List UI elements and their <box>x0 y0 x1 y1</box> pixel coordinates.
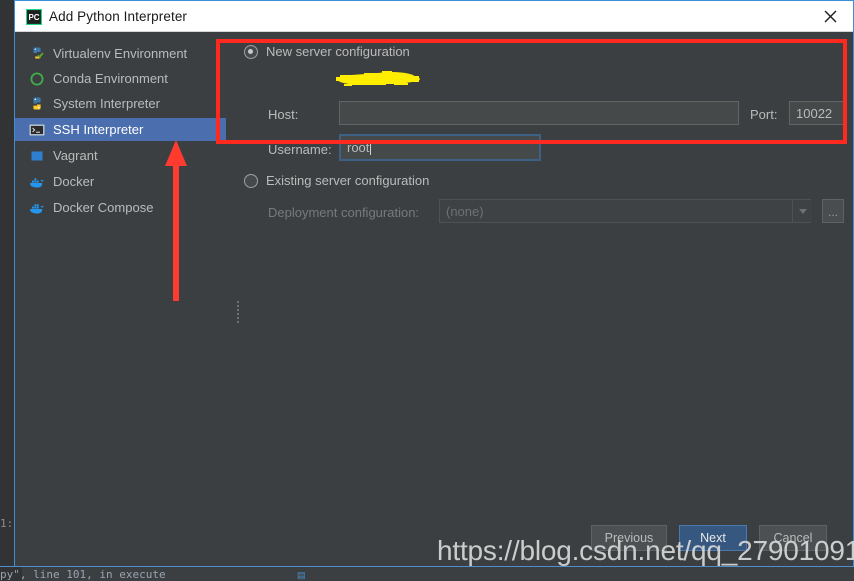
host-label: Host: <box>268 107 299 122</box>
next-button[interactable]: Next <box>679 525 747 551</box>
ssh-terminal-icon <box>29 122 45 138</box>
close-icon[interactable] <box>807 1 853 31</box>
username-input[interactable]: root <box>339 134 541 161</box>
browse-deployment-button[interactable]: ... <box>822 199 844 223</box>
ssh-interpreter-settings-panel: New server configuration Host: Port: 100… <box>226 32 853 566</box>
sidebar-item-label: Virtualenv Environment <box>53 45 188 61</box>
vagrant-icon <box>29 148 45 164</box>
sidebar-item-ssh-interpreter[interactable]: SSH Interpreter <box>15 118 226 141</box>
sidebar-item-vagrant[interactable]: Vagrant <box>15 144 226 167</box>
add-python-interpreter-dialog: PC Add Python Interpreter Virtualenv Env… <box>14 0 854 566</box>
sidebar-item-label: SSH Interpreter <box>53 121 144 137</box>
gutter-line-number: 1: <box>0 517 14 530</box>
port-input[interactable]: 10022 <box>789 101 844 125</box>
dialog-titlebar: PC Add Python Interpreter <box>15 1 853 32</box>
python-icon <box>29 96 45 112</box>
radio-existing-server-configuration[interactable]: Existing server configuration <box>244 173 429 189</box>
console-separator <box>0 566 854 567</box>
dialog-body: Virtualenv Environment Conda Environment <box>15 32 853 566</box>
deployment-configuration-value: (none) <box>446 203 484 219</box>
username-value: root <box>347 140 370 155</box>
sidebar-item-docker[interactable]: Docker <box>15 170 226 193</box>
sidebar-item-docker-compose[interactable]: Docker Compose <box>15 196 226 219</box>
sidebar-item-label: Vagrant <box>53 147 98 163</box>
sidebar-item-conda-environment[interactable]: Conda Environment <box>15 67 226 90</box>
statusbar-blank <box>310 570 740 581</box>
conda-icon <box>29 71 45 87</box>
radio-label: New server configuration <box>266 44 410 59</box>
docker-icon <box>29 174 45 190</box>
cancel-button[interactable]: Cancel <box>759 525 827 551</box>
svg-text:PC: PC <box>28 13 39 22</box>
sidebar-item-label: Conda Environment <box>53 70 168 86</box>
terminal-icon[interactable]: ▤ <box>297 570 309 580</box>
sidebar-item-label: Docker <box>53 173 95 189</box>
sidebar-item-label: Docker Compose <box>53 199 154 215</box>
host-input[interactable] <box>339 101 739 125</box>
text-caret <box>370 140 372 155</box>
deployment-configuration-combobox[interactable]: (none) <box>439 199 811 223</box>
radio-indicator-selected <box>244 45 258 59</box>
radio-label: Existing server configuration <box>266 173 430 188</box>
username-label: Username: <box>268 142 332 157</box>
sidebar-item-label: System Interpreter <box>53 95 160 111</box>
interpreter-type-sidebar: Virtualenv Environment Conda Environment <box>15 32 226 566</box>
console-output-line: py", line 101, in execute <box>0 568 166 581</box>
virtualenv-icon <box>29 46 45 62</box>
sidebar-item-virtualenv-environment[interactable]: Virtualenv Environment <box>15 42 226 65</box>
sidebar-item-system-interpreter[interactable]: System Interpreter <box>15 92 226 115</box>
previous-button[interactable]: Previous <box>591 525 667 551</box>
pycharm-logo-icon: PC <box>25 8 43 26</box>
port-label: Port: <box>750 107 778 122</box>
dialog-title: Add Python Interpreter <box>49 9 188 24</box>
radio-new-server-configuration[interactable]: New server configuration <box>244 44 410 60</box>
deployment-configuration-label: Deployment configuration: <box>268 205 420 220</box>
docker-compose-icon <box>29 200 45 216</box>
radio-indicator-unselected <box>244 174 258 188</box>
chevron-down-icon[interactable] <box>792 200 812 222</box>
